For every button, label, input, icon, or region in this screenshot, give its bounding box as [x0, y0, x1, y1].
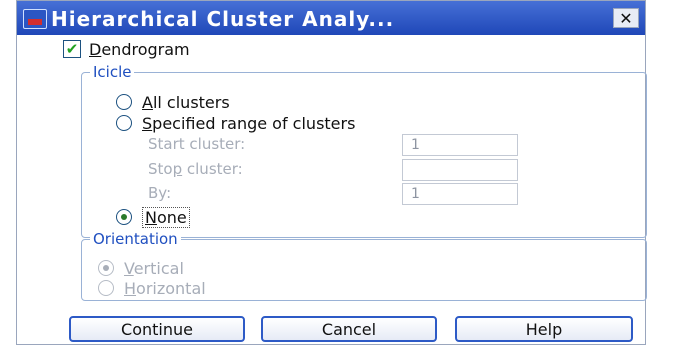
vertical-label: Vertical	[124, 258, 184, 278]
icicle-group: Icicle All clusters Specified range of c…	[81, 63, 647, 238]
continue-button[interactable]: Continue	[69, 316, 245, 342]
specified-range-label: Specified range of clusters	[142, 113, 356, 133]
window-title: Hierarchical Cluster Analy...	[51, 7, 395, 31]
stop-cluster-input[interactable]	[402, 159, 518, 181]
by-label: By:	[148, 184, 172, 202]
close-icon: ✕	[619, 8, 633, 28]
orientation-group: Orientation Vertical Horizontal	[81, 230, 647, 301]
checkmark-icon: ✔	[65, 40, 79, 58]
specified-range-radio[interactable]	[116, 115, 132, 131]
hierarchical-cluster-dialog: Hierarchical Cluster Analy... ✕ ✔ Dendro…	[16, 0, 647, 345]
none-radio[interactable]	[116, 209, 132, 225]
dendrogram-label: Dendrogram	[89, 39, 190, 59]
stop-cluster-label: Stop cluster:	[148, 160, 243, 178]
horizontal-radio	[98, 280, 114, 296]
vertical-radio	[98, 260, 114, 276]
close-button[interactable]: ✕	[613, 8, 639, 28]
start-cluster-label: Start cluster:	[148, 135, 246, 153]
none-label: None	[142, 206, 190, 228]
horizontal-option: Horizontal	[98, 277, 206, 299]
by-input[interactable]: 1	[402, 183, 518, 205]
all-clusters-radio[interactable]	[116, 94, 132, 110]
dendrogram-option[interactable]: ✔ Dendrogram	[63, 37, 190, 61]
specified-range-option[interactable]: Specified range of clusters	[116, 112, 355, 134]
horizontal-label: Horizontal	[124, 278, 206, 298]
start-cluster-input[interactable]: 1	[402, 134, 518, 156]
orientation-legend: Orientation	[90, 230, 181, 248]
cancel-button[interactable]: Cancel	[261, 316, 437, 342]
all-clusters-option[interactable]: All clusters	[116, 91, 230, 113]
vertical-option: Vertical	[98, 257, 184, 279]
title-bar[interactable]: Hierarchical Cluster Analy... ✕	[17, 1, 645, 35]
all-clusters-label: All clusters	[142, 92, 230, 112]
none-option[interactable]: None	[116, 206, 190, 228]
icicle-legend: Icicle	[90, 63, 135, 81]
help-button[interactable]: Help	[455, 316, 633, 342]
app-icon	[23, 9, 47, 29]
dendrogram-checkbox[interactable]: ✔	[63, 40, 81, 58]
